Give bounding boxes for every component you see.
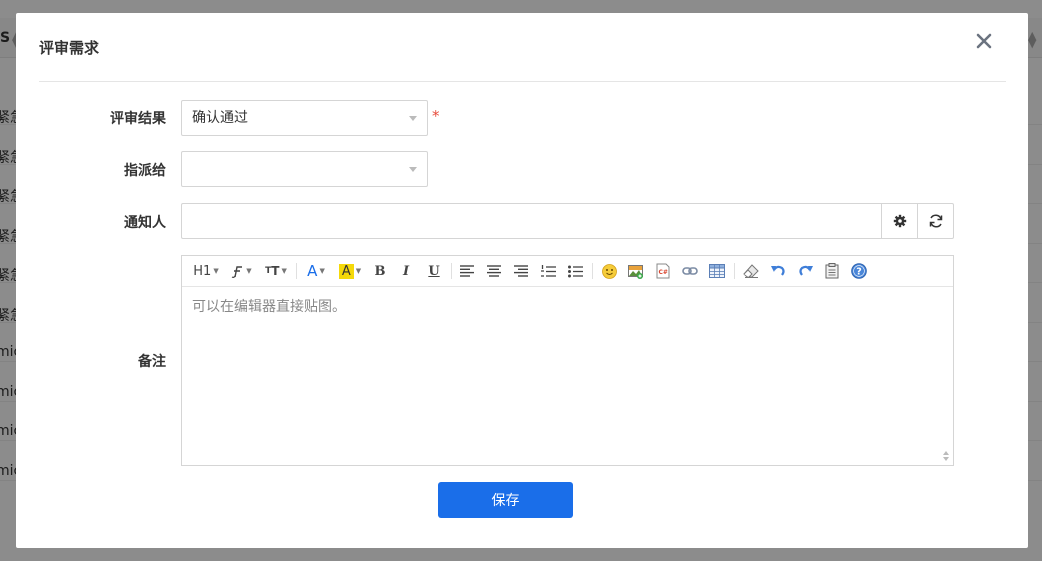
redo-button[interactable] — [796, 260, 814, 282]
review-dialog: 评审需求 评审结果 确认通过 * 指派给 通知人 备注 H1 ▼ ▼ T T ▼… — [16, 13, 1028, 548]
ordered-list-icon — [540, 264, 556, 277]
required-mark: * — [432, 107, 440, 125]
close-button[interactable] — [972, 29, 996, 53]
svg-text:?: ? — [856, 267, 862, 278]
toolbar-divider — [451, 263, 452, 279]
table-icon — [709, 264, 725, 278]
close-icon — [976, 33, 992, 49]
result-select[interactable]: 确认通过 — [181, 100, 428, 136]
notify-refresh-button[interactable] — [917, 203, 954, 239]
redo-icon — [798, 265, 813, 276]
bullet-list-button[interactable] — [566, 260, 584, 282]
result-select-value: 确认通过 — [192, 110, 248, 126]
editor-toolbar: H1 ▼ ▼ T T ▼ A ▼ A ▼ B I U C# ? — [182, 256, 953, 287]
toolbar-divider — [734, 263, 735, 279]
heading-button[interactable]: H1 ▼ — [192, 260, 220, 282]
save-button[interactable]: 保存 — [438, 482, 573, 518]
align-right-button[interactable] — [512, 260, 530, 282]
svg-text:C#: C# — [659, 269, 668, 276]
toolbar-divider — [592, 263, 593, 279]
paste-button[interactable] — [823, 260, 841, 282]
undo-button[interactable] — [769, 260, 787, 282]
chevron-down-icon: ▼ — [319, 267, 325, 275]
align-left-button[interactable] — [458, 260, 476, 282]
emoji-button[interactable] — [600, 260, 618, 282]
editor-placeholder[interactable]: 可以在编辑器直接贴图。 — [192, 296, 346, 316]
underline-button[interactable]: U — [425, 260, 443, 282]
notify-label: 通知人 — [124, 215, 166, 231]
highlight-label: A — [338, 263, 354, 279]
dialog-title: 评审需求 — [39, 39, 100, 57]
clipboard-icon — [825, 263, 839, 279]
insert-image-button[interactable] — [627, 260, 645, 282]
help-icon: ? — [851, 263, 867, 279]
clear-format-button[interactable] — [742, 260, 760, 282]
align-center-icon — [487, 265, 501, 277]
help-button[interactable]: ? — [850, 260, 868, 282]
insert-table-button[interactable] — [708, 260, 726, 282]
font-color-label: A — [307, 262, 318, 280]
font-size-button[interactable]: T T ▼ — [262, 260, 290, 282]
notify-settings-button[interactable] — [881, 203, 918, 239]
insert-link-button[interactable] — [681, 260, 699, 282]
font-size-large-t: T — [271, 264, 280, 278]
chevron-down-icon: ▼ — [355, 267, 362, 275]
notify-input[interactable] — [181, 203, 882, 239]
bold-button[interactable]: B — [371, 260, 389, 282]
align-right-icon — [514, 265, 528, 277]
smiley-icon — [601, 263, 617, 279]
chevron-down-icon — [409, 116, 417, 121]
undo-icon — [770, 265, 785, 276]
assign-select[interactable] — [181, 151, 428, 187]
align-center-button[interactable] — [485, 260, 503, 282]
result-label: 评审结果 — [110, 111, 166, 127]
toolbar-divider — [296, 263, 297, 279]
gear-icon — [893, 214, 907, 228]
align-left-icon — [460, 265, 474, 277]
italic-button[interactable]: I — [397, 260, 415, 282]
insert-code-button[interactable]: C# — [654, 260, 672, 282]
chevron-down-icon — [409, 167, 417, 172]
image-icon — [628, 264, 643, 279]
title-divider — [39, 81, 1006, 82]
chevron-down-icon: ▼ — [246, 267, 252, 275]
link-icon — [682, 267, 698, 275]
ordered-list-button[interactable] — [539, 260, 557, 282]
refresh-icon — [929, 214, 942, 228]
highlight-button[interactable]: A ▼ — [337, 260, 363, 282]
font-color-button[interactable]: A ▼ — [304, 260, 328, 282]
comment-label: 备注 — [138, 354, 166, 370]
scroll-arrows-icon — [943, 451, 949, 461]
font-family-icon — [232, 265, 243, 278]
font-family-button[interactable]: ▼ — [229, 260, 253, 282]
rich-text-editor[interactable]: H1 ▼ ▼ T T ▼ A ▼ A ▼ B I U C# ? 可以在编辑器直接… — [181, 255, 954, 466]
assign-label: 指派给 — [124, 163, 166, 179]
eraser-icon — [743, 264, 759, 278]
resize-handle[interactable] — [941, 449, 951, 463]
chevron-down-icon: ▼ — [213, 267, 219, 275]
chevron-down-icon: ▼ — [281, 267, 287, 275]
bullet-list-icon — [567, 265, 583, 277]
code-icon: C# — [656, 263, 670, 279]
heading-label: H1 — [193, 263, 212, 279]
